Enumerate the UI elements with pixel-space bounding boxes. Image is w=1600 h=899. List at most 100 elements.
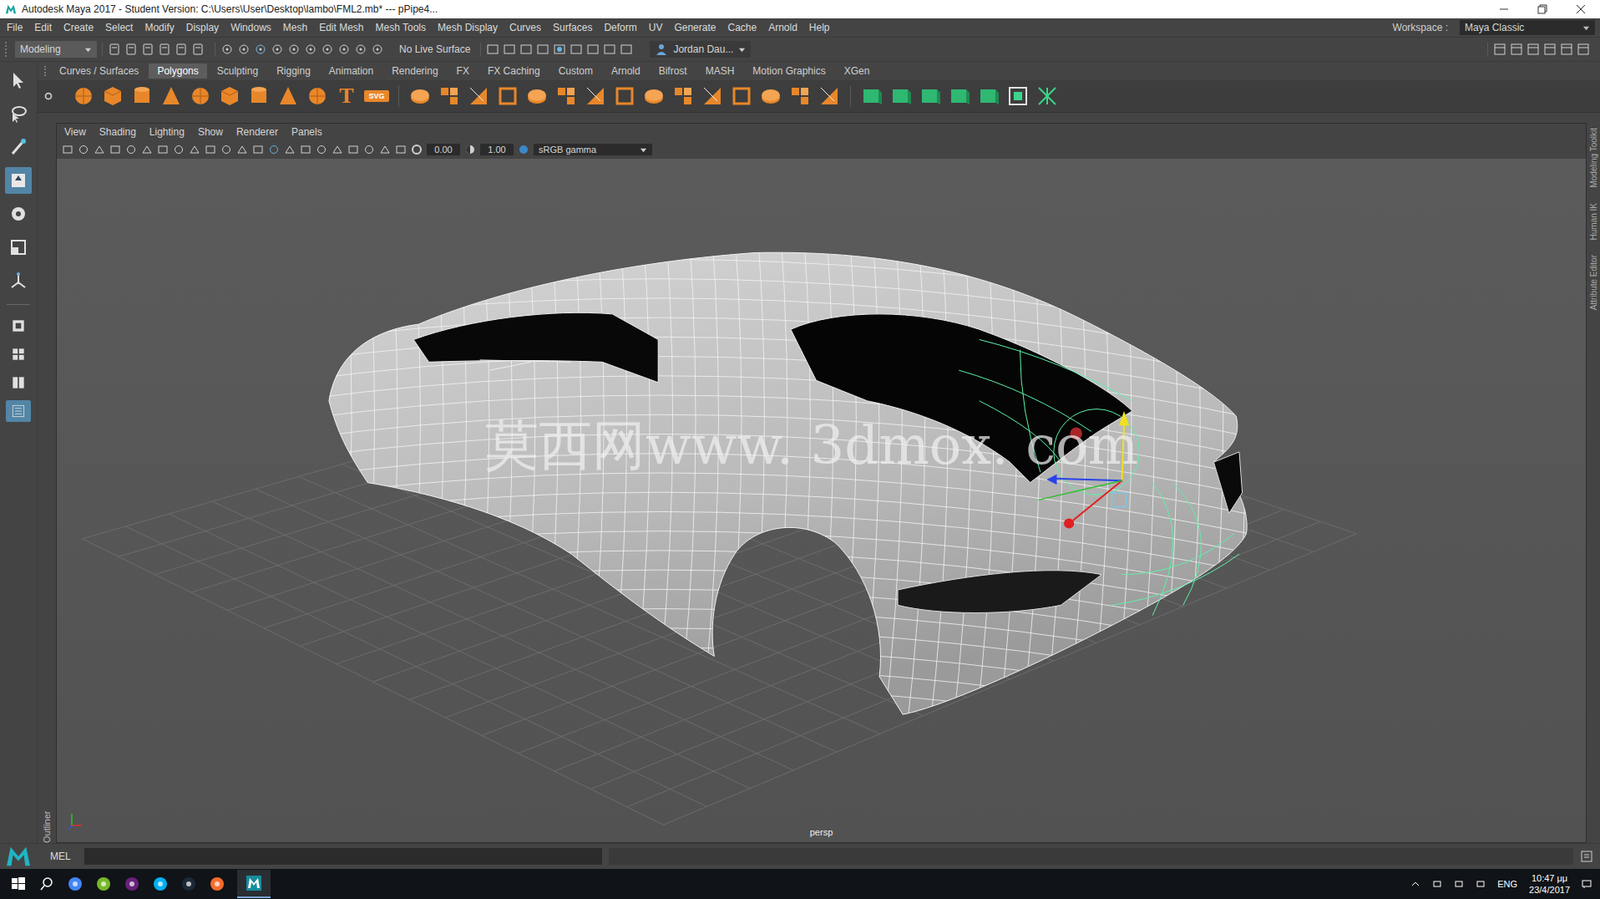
exposure-icon[interactable] (410, 143, 423, 156)
tool-button[interactable] (5, 100, 32, 127)
snap-icon[interactable] (337, 42, 351, 56)
text-tool-button[interactable]: T (334, 84, 359, 108)
panel-toggle-icon[interactable] (1526, 42, 1540, 56)
viewport-tool-icon[interactable] (236, 143, 249, 156)
menu-item[interactable]: Curves (509, 21, 542, 34)
polygon-primitive-icon[interactable] (159, 84, 183, 108)
status-tool-icon[interactable] (191, 42, 205, 56)
mesh-tool-icon[interactable] (642, 84, 666, 108)
minimize-icon[interactable] (1484, 0, 1524, 19)
uv-tool-icon[interactable] (860, 84, 884, 108)
polygon-primitive-icon[interactable] (101, 84, 125, 108)
layout-button[interactable] (5, 314, 31, 337)
mesh-tool-icon[interactable] (788, 84, 812, 108)
uv-tool-icon[interactable] (1035, 84, 1059, 108)
shelf-tab[interactable]: Motion Graphics (744, 63, 834, 79)
polygon-primitive-icon[interactable] (217, 84, 242, 108)
viewport-tool-icon[interactable] (172, 143, 185, 156)
tool-button[interactable] (5, 167, 32, 194)
viewport-tool-icon[interactable] (331, 143, 344, 156)
viewport-tool-icon[interactable] (125, 143, 137, 156)
snap-icon[interactable] (237, 42, 251, 56)
uv-tool-icon[interactable] (977, 84, 1001, 108)
menu-item[interactable]: File (6, 21, 23, 34)
mesh-tool-icon[interactable] (612, 84, 637, 108)
uv-tool-icon[interactable] (918, 84, 942, 108)
render-icon[interactable] (586, 42, 600, 56)
panel-toggle-icon[interactable] (1543, 42, 1557, 56)
uv-tool-icon[interactable] (947, 84, 972, 108)
user-dropdown[interactable]: Jordan Dau... (649, 40, 751, 58)
layout-button[interactable] (5, 400, 31, 422)
viewport-tool-icon[interactable] (394, 143, 407, 156)
svg-tool-button[interactable]: SVG (364, 90, 390, 102)
mesh-tool-icon[interactable] (554, 84, 578, 108)
scene-canvas[interactable] (56, 158, 1586, 842)
render-icon[interactable] (552, 42, 567, 56)
menu-item[interactable]: Modify (144, 21, 174, 34)
viewport[interactable]: 莫西网www. 3dmox. com persp (56, 158, 1586, 842)
shelf-tab[interactable]: FX (448, 63, 478, 79)
move-manipulator[interactable] (1038, 410, 1130, 529)
shelf-tab[interactable]: Polygons (148, 63, 207, 79)
render-icon[interactable] (519, 42, 533, 56)
shelf-tab[interactable]: Sculpting (208, 63, 267, 79)
tray-icon[interactable] (1475, 878, 1486, 889)
viewport-tool-icon[interactable] (93, 143, 106, 156)
close-icon[interactable] (1561, 0, 1600, 19)
mesh-tool-icon[interactable] (437, 84, 461, 108)
snap-icon[interactable] (253, 42, 268, 56)
command-language-button[interactable]: MEL (43, 850, 78, 862)
polygon-primitive-icon[interactable] (276, 84, 300, 108)
exposure-field[interactable]: 0.00 (426, 143, 461, 156)
clock[interactable]: 10:47 μμ 23/4/2017 (1529, 871, 1570, 896)
panel-toggle-icon[interactable] (1576, 42, 1590, 56)
viewport-tool-icon[interactable] (156, 143, 169, 156)
search-icon[interactable] (38, 875, 56, 892)
mesh-tool-icon[interactable] (408, 84, 432, 108)
tool-button[interactable] (5, 66, 32, 94)
render-icon[interactable] (502, 42, 517, 56)
menu-item[interactable]: Create (63, 21, 94, 34)
shelf-tab[interactable]: MASH (697, 63, 744, 79)
viewport-tool-icon[interactable] (252, 143, 264, 156)
menu-item[interactable]: Edit (34, 21, 52, 34)
mesh-tool-icon[interactable] (583, 84, 608, 108)
taskbar-app-icon[interactable] (151, 875, 169, 892)
panel-menu-item[interactable]: View (64, 126, 87, 138)
shelf-tab[interactable]: XGen (835, 63, 879, 79)
layout-button[interactable] (5, 343, 31, 365)
viewport-tool-icon[interactable] (379, 143, 391, 156)
viewport-tool-icon[interactable] (347, 143, 360, 156)
side-tab[interactable]: Human IK (1589, 202, 1599, 240)
viewport-tool-icon[interactable] (188, 143, 201, 156)
viewport-tool-icon[interactable] (363, 143, 375, 156)
render-icon[interactable] (536, 42, 550, 56)
snap-icon[interactable] (370, 42, 385, 56)
menu-item[interactable]: UV (648, 21, 664, 34)
mesh-tool-icon[interactable] (700, 84, 725, 108)
gamma-icon[interactable] (464, 143, 476, 156)
taskbar-app-icon[interactable] (208, 875, 226, 892)
viewport-tool-icon[interactable] (283, 143, 296, 156)
status-tool-icon[interactable] (157, 42, 172, 56)
taskbar-app-icon[interactable] (180, 875, 198, 892)
selected-pipe[interactable] (958, 339, 1240, 615)
mesh-tool-icon[interactable] (525, 84, 549, 108)
viewport-tool-icon[interactable] (61, 143, 74, 156)
shelf-tab[interactable]: Animation (320, 63, 382, 79)
render-icon[interactable] (569, 42, 583, 56)
mesh-tool-icon[interactable] (729, 84, 754, 108)
menu-item[interactable]: Windows (230, 21, 272, 34)
car-body[interactable] (306, 227, 1270, 809)
menu-item[interactable]: Generate (673, 21, 716, 34)
shelf-tab[interactable]: Arnold (602, 63, 649, 79)
panel-menu-item[interactable]: Lighting (149, 126, 185, 138)
viewport-tool-icon[interactable] (141, 143, 153, 156)
maya-taskbar-button[interactable] (237, 869, 271, 898)
panel-menu-item[interactable]: Panels (291, 126, 323, 138)
restore-icon[interactable] (1523, 0, 1562, 19)
mesh-tool-icon[interactable] (466, 84, 491, 108)
live-surface-label[interactable]: No Live Surface (394, 43, 476, 56)
taskbar-app-icon[interactable] (66, 875, 84, 892)
